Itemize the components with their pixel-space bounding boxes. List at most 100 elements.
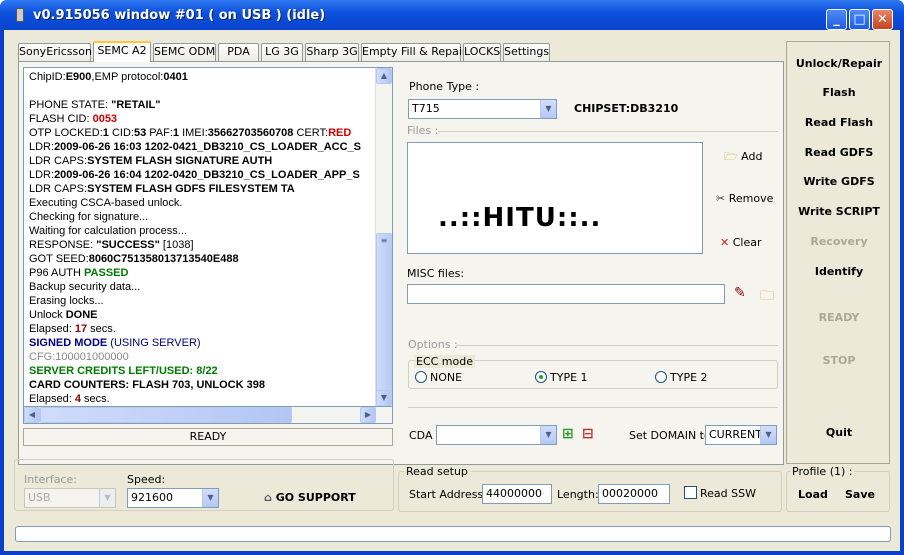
scroll-up-arrow-icon[interactable]: ▲ xyxy=(376,68,392,84)
minimize-button[interactable]: _ xyxy=(826,9,847,30)
ready-status: READY xyxy=(818,311,860,324)
tab-semc-odm[interactable]: SEMC ODM xyxy=(153,43,216,61)
log-line: CARD COUNTERS: FLASH 703, UNLOCK 398 xyxy=(29,378,379,392)
write-gdfs-button[interactable]: Write GDFS xyxy=(787,175,891,188)
tab-settings[interactable]: Settings xyxy=(503,43,550,61)
log-segment: 703 xyxy=(172,379,191,391)
clear-label: Clear xyxy=(732,236,762,249)
pencil-icon[interactable]: ✎ xyxy=(734,285,746,301)
add-button[interactable]: 🗁 Add xyxy=(724,148,762,167)
phone-type-select[interactable]: T715 ▼ xyxy=(408,99,557,119)
chevron-down-icon[interactable]: ▼ xyxy=(99,489,115,507)
tab-lg-3g[interactable]: LG 3G xyxy=(261,43,303,61)
speed-select[interactable]: 921600 ▼ xyxy=(127,488,219,508)
scroll-left-arrow-icon[interactable]: ◀ xyxy=(24,407,40,423)
misc-files-label: MISC files: xyxy=(407,267,465,280)
scroll-right-arrow-icon[interactable]: ▶ xyxy=(360,407,376,423)
ecc-none-radio[interactable] xyxy=(415,371,427,383)
ecc-type2-label: TYPE 2 xyxy=(670,371,708,384)
interface-select[interactable]: USB ▼ xyxy=(24,488,116,508)
cda-label: CDA xyxy=(409,429,433,442)
start-address-label: Start Address: xyxy=(409,488,487,501)
log-segment: CID: xyxy=(108,127,134,139)
phone-type-label: Phone Type : xyxy=(409,80,480,93)
tab-sharp-3g[interactable]: Sharp 3G xyxy=(305,43,359,61)
identify-button[interactable]: Identify xyxy=(787,265,891,278)
ecc-type1-radio[interactable] xyxy=(535,371,547,383)
read-ssw-checkbox[interactable] xyxy=(684,486,697,499)
scissors-icon: ✂ xyxy=(716,192,726,205)
log-segment: SIGNED MODE xyxy=(29,337,108,349)
log-line: Checking for signature... xyxy=(29,210,379,224)
ecc-type2-radio[interactable] xyxy=(655,371,667,383)
log-segment: SYSTEM FLASH GDFS FILESYSTEM TA xyxy=(87,183,295,195)
unlock-repair-button[interactable]: Unlock/Repair xyxy=(787,57,891,70)
interface-label: Interface: xyxy=(24,473,77,486)
add-cda-icon[interactable]: ⊞ xyxy=(562,426,574,442)
window-title: v0.915056 window #01 ( on USB ) (idle) xyxy=(33,8,326,23)
tab-panel: ChipID:E900,EMP protocol:0401 PHONE STATE… xyxy=(18,61,784,465)
red-x-icon: ✕ xyxy=(720,236,730,249)
tab-locks[interactable]: LOCKS xyxy=(463,43,501,61)
ecc-none-label: NONE xyxy=(430,371,463,384)
misc-files-input[interactable] xyxy=(407,284,725,304)
hscroll-thumb[interactable] xyxy=(40,407,292,423)
log-segment: SYSTEM FLASH SIGNATURE AUTH xyxy=(87,155,273,167)
load-profile-button[interactable]: Load xyxy=(798,488,828,501)
log-segment: 53 xyxy=(133,127,147,139)
log-segment: Backup security data... xyxy=(29,281,141,293)
length-input[interactable]: 00020000 xyxy=(598,484,670,504)
close-button[interactable]: ✕ xyxy=(872,9,893,30)
log-segment: CFG: xyxy=(29,351,56,363)
chevron-down-icon[interactable]: ▼ xyxy=(760,426,776,444)
log-segment: , UNLOCK xyxy=(190,379,247,391)
flash-button[interactable]: Flash xyxy=(787,86,891,99)
write-script-button[interactable]: Write SCRIPT xyxy=(787,205,891,218)
log-segment: secs. xyxy=(81,393,110,405)
remove-cda-icon[interactable]: ⊟ xyxy=(582,426,594,442)
maximize-button[interactable]: □ xyxy=(849,9,870,30)
folder-icon[interactable]: 🗀 xyxy=(760,285,774,309)
start-address-input[interactable]: 44000000 xyxy=(482,484,552,504)
tab-pda[interactable]: PDA xyxy=(218,43,259,61)
read-flash-button[interactable]: Read Flash xyxy=(787,116,891,129)
log-segment: [1038] xyxy=(159,239,194,251)
save-profile-button[interactable]: Save xyxy=(845,488,875,501)
recovery-button[interactable]: Recovery xyxy=(787,235,891,248)
app-window: v0.915056 window #01 ( on USB ) (idle) _… xyxy=(0,0,904,555)
chevron-down-icon[interactable]: ▼ xyxy=(540,426,556,444)
log-segment: LDR: xyxy=(29,141,55,153)
chevron-down-icon[interactable]: ▼ xyxy=(540,100,556,118)
go-support-button[interactable]: ⌂ GO SUPPORT xyxy=(264,491,356,504)
remove-button[interactable]: ✂ Remove xyxy=(716,192,773,205)
tab-sonyericsson[interactable]: SonyEricsson xyxy=(18,43,92,61)
log-panel: ChipID:E900,EMP protocol:0401 PHONE STATE… xyxy=(23,67,393,407)
scroll-down-arrow-icon[interactable]: ▼ xyxy=(376,390,392,406)
log-segment: FLASH CID: xyxy=(29,113,93,125)
tab-semc-a2[interactable]: SEMC A2 xyxy=(93,41,151,62)
read-setup-label: Read setup xyxy=(404,465,470,478)
cda-select[interactable]: ▼ xyxy=(436,425,557,445)
log-segment: CERT: xyxy=(293,127,329,139)
log-segment: 2009-06-26 16:03 1202-0421_DB3210_CS_LOA… xyxy=(54,141,362,153)
log-segment: RESPONSE: xyxy=(29,239,97,251)
scroll-thumb[interactable]: ≡ xyxy=(376,233,392,393)
log-segment: 0401 xyxy=(163,71,188,83)
stop-button[interactable]: STOP xyxy=(787,354,891,367)
ecc-mode-label: ECC mode xyxy=(414,355,476,368)
title-bar[interactable]: v0.915056 window #01 ( on USB ) (idle) _… xyxy=(0,0,904,30)
log-segment: ChipID: xyxy=(29,71,66,83)
log-vertical-scrollbar[interactable]: ▲ ≡ ▼ xyxy=(375,68,392,406)
log-line: Unlock DONE xyxy=(29,308,379,322)
domain-select[interactable]: CURRENT ▼ xyxy=(705,425,777,445)
log-horizontal-scrollbar[interactable]: ◀ ▶ xyxy=(23,407,393,424)
quit-button[interactable]: Quit xyxy=(787,426,891,439)
files-box[interactable]: ..::HITU::.. xyxy=(407,142,703,254)
clear-button[interactable]: ✕ Clear xyxy=(720,236,762,249)
log-line: GOT SEED:8060C751358013713540E488 xyxy=(29,252,379,266)
log-segment: PAF: xyxy=(146,127,173,139)
read-gdfs-button[interactable]: Read GDFS xyxy=(787,146,891,159)
tab-empty-fill-repair[interactable]: Empty Fill & Repair xyxy=(361,43,466,61)
chevron-down-icon[interactable]: ▼ xyxy=(202,489,218,507)
